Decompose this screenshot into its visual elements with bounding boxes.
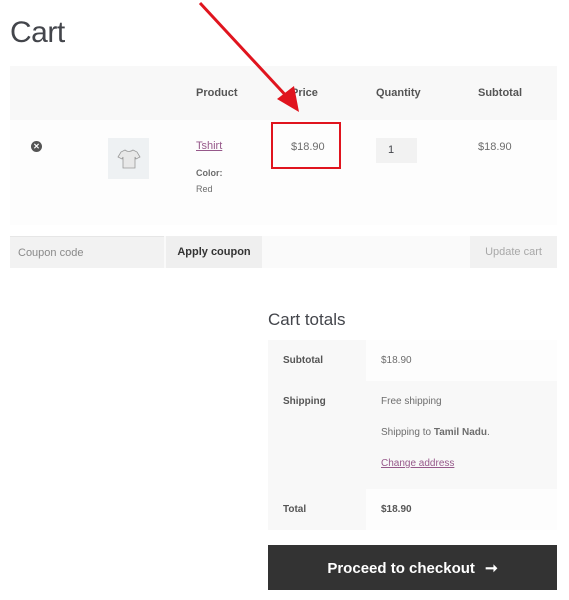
- checkout-label: Proceed to checkout: [327, 559, 475, 577]
- shipping-method: Free shipping: [381, 396, 442, 407]
- subtotal-value: $18.90: [366, 340, 557, 381]
- shipping-to-prefix: Shipping to: [381, 427, 434, 438]
- totals-row-total: Total $18.90: [268, 489, 557, 530]
- total-value: $18.90: [366, 489, 557, 530]
- header-price: Price: [291, 87, 318, 99]
- attribute-value: Red: [196, 184, 213, 194]
- header-subtotal: Subtotal: [478, 87, 522, 99]
- item-subtotal: $18.90: [478, 141, 512, 153]
- total-label: Total: [268, 489, 366, 530]
- header-quantity: Quantity: [376, 87, 421, 99]
- cart-actions: Apply coupon Update cart: [10, 236, 557, 268]
- page-title: Cart: [10, 16, 65, 49]
- attribute-label: Color:: [196, 168, 223, 178]
- cart-totals-table: Subtotal $18.90 Shipping Free shipping S…: [268, 340, 557, 530]
- shipping-details: Free shipping Shipping to Tamil Nadu. Ch…: [366, 381, 557, 489]
- proceed-to-checkout-button[interactable]: Proceed to checkout ➞: [268, 545, 557, 590]
- product-link[interactable]: Tshirt: [196, 140, 222, 152]
- shipping-label: Shipping: [268, 381, 366, 489]
- tshirt-icon: [116, 149, 141, 168]
- cart-table: Product Price Quantity Subtotal ✕ Tshirt…: [10, 66, 557, 225]
- change-address-link[interactable]: Change address: [381, 458, 454, 469]
- remove-item-icon[interactable]: ✕: [31, 141, 42, 152]
- cart-totals-title: Cart totals: [268, 310, 346, 329]
- header-product: Product: [196, 87, 238, 99]
- shipping-destination-text: Shipping to Tamil Nadu.: [381, 427, 557, 438]
- totals-row-shipping: Shipping Free shipping Shipping to Tamil…: [268, 381, 557, 489]
- update-cart-button[interactable]: Update cart: [470, 236, 557, 268]
- cart-table-header: Product Price Quantity Subtotal: [10, 66, 557, 120]
- subtotal-label: Subtotal: [268, 340, 366, 381]
- arrow-right-icon: ➞: [485, 559, 498, 577]
- coupon-code-input[interactable]: [10, 236, 164, 268]
- shipping-destination: Tamil Nadu: [433, 427, 487, 438]
- quantity-input[interactable]: [376, 138, 417, 163]
- price-highlight-box: [271, 122, 341, 169]
- product-thumbnail[interactable]: [108, 138, 149, 179]
- totals-row-subtotal: Subtotal $18.90: [268, 340, 557, 381]
- shipping-to-suffix: .: [486, 427, 490, 438]
- apply-coupon-button[interactable]: Apply coupon: [166, 236, 262, 268]
